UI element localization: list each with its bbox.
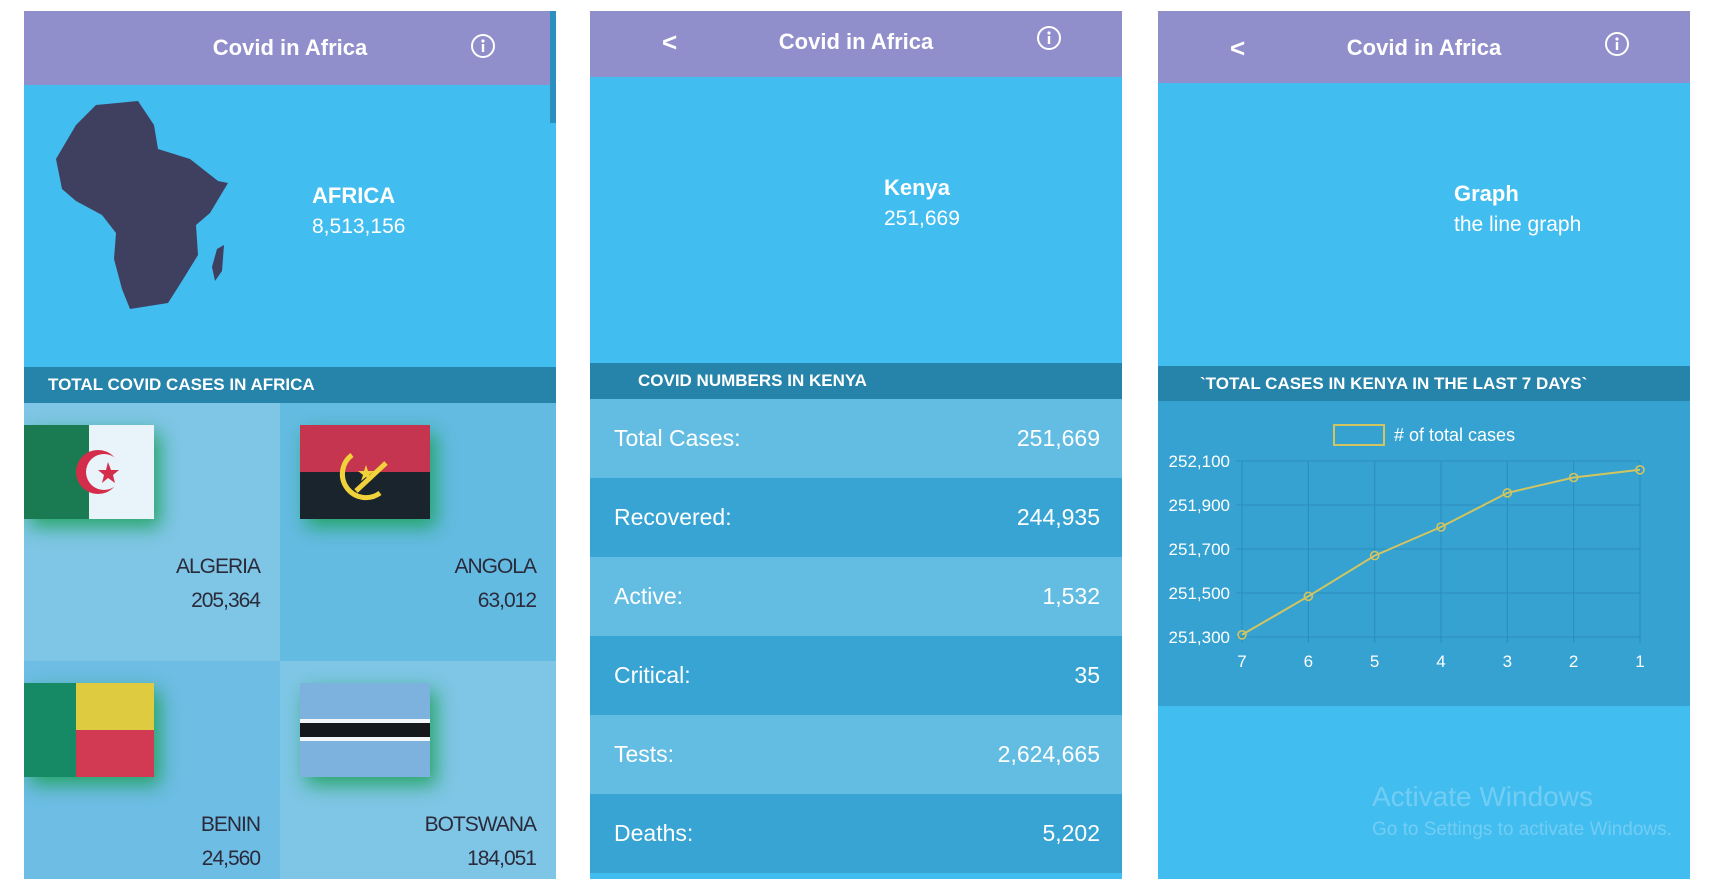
legend-swatch	[1333, 424, 1385, 446]
line-chart: 252,100 251,900 251,700 251,500 251,300 7 6 5 4 3…	[1169, 424, 1645, 671]
scrollbar[interactable]	[550, 11, 556, 123]
algeria-flag-icon	[24, 425, 154, 519]
x-tick-label: 6	[1304, 652, 1313, 671]
stat-label: Active:	[614, 583, 684, 609]
country-count: 184,051	[467, 847, 537, 870]
country-count: 205,364	[191, 589, 261, 612]
x-tick-label: 7	[1237, 652, 1246, 671]
hero-summary: AFRICA 8,513,156	[312, 183, 405, 239]
country-grid: ALGERIA 205,364 ANGOLA 63,012 BENIN 24,5…	[24, 403, 556, 879]
stat-value: 251,669	[1016, 425, 1100, 451]
hero-title: Graph	[1454, 181, 1519, 206]
watermark-subtitle: Go to Settings to activate Windows.	[1372, 819, 1672, 840]
benin-flag-icon	[24, 683, 154, 777]
info-icon[interactable]	[470, 33, 496, 59]
chart-area: 252,100 251,900 251,700 251,500 251,300 7 6 5 4 3…	[1158, 401, 1690, 706]
angola-flag-icon	[300, 425, 430, 519]
country-count: 63,012	[477, 589, 537, 612]
graph-screen: < Covid in Africa Graph the line graph `…	[1158, 11, 1690, 879]
stat-row-tests: Tests: 2,624,665	[590, 715, 1122, 794]
x-tick-label: 2	[1569, 652, 1578, 671]
country-card-angola[interactable]: ANGOLA 63,012	[280, 403, 556, 661]
hero-title: AFRICA	[312, 183, 396, 208]
hero-title: Kenya	[884, 175, 951, 200]
section-header: TOTAL COVID CASES IN AFRICA	[24, 367, 556, 403]
app-bar: < Covid in Africa	[590, 11, 1122, 77]
y-tick-label: 251,500	[1169, 584, 1230, 603]
botswana-flag-icon	[300, 683, 430, 777]
stat-label: Total Cases:	[614, 425, 741, 451]
watermark-title: Activate Windows	[1372, 781, 1593, 812]
y-tick-label: 251,700	[1169, 540, 1230, 559]
stat-row-deaths: Deaths: 5,202	[590, 794, 1122, 873]
stat-row-critical: Critical: 35	[590, 636, 1122, 715]
country-name: BOTSWANA	[424, 813, 537, 836]
stat-row-active: Active: 1,532	[590, 557, 1122, 636]
legend-label: # of total cases	[1394, 425, 1515, 445]
stat-value: 244,935	[1016, 504, 1100, 530]
country-screen: < Covid in Africa Kenya 251,669 COVID NU…	[590, 11, 1122, 879]
x-tick-label: 1	[1635, 652, 1644, 671]
country-count: 24,560	[201, 847, 261, 870]
africa-map-icon	[56, 101, 228, 309]
stat-value: 2,624,665	[997, 741, 1100, 767]
country-name: BENIN	[200, 813, 261, 836]
stat-label: Tests:	[614, 741, 675, 767]
app-bar: Covid in Africa	[24, 11, 556, 85]
country-card-benin[interactable]: BENIN 24,560	[24, 661, 280, 879]
stat-label: Critical:	[614, 662, 691, 688]
hero-summary: Graph the line graph	[1454, 181, 1581, 237]
x-tick-label: 5	[1370, 652, 1379, 671]
stat-value: 1,532	[1042, 583, 1100, 609]
section-header: COVID NUMBERS IN KENYA	[590, 363, 1122, 399]
hero-subtitle: the line graph	[1454, 213, 1582, 236]
hero-count: 8,513,156	[312, 215, 406, 238]
stat-value: 35	[1074, 662, 1100, 688]
country-card-algeria[interactable]: ALGERIA 205,364	[24, 403, 280, 661]
stat-label: Deaths:	[614, 820, 694, 846]
country-name: ALGERIA	[175, 555, 261, 578]
y-tick-label: 252,100	[1169, 452, 1230, 471]
country-card-botswana[interactable]: BOTSWANA 184,051	[280, 661, 556, 879]
section-header: `TOTAL CASES IN KENYA IN THE LAST 7 DAYS…	[1158, 366, 1690, 402]
info-icon[interactable]	[1604, 31, 1630, 57]
stat-row-recovered: Recovered: 244,935	[590, 478, 1122, 557]
info-icon[interactable]	[1036, 25, 1062, 51]
hero-summary: Kenya 251,669	[884, 175, 960, 231]
app-bar: < Covid in Africa	[1158, 11, 1690, 83]
hero-count: 251,669	[884, 207, 960, 230]
x-tick-label: 3	[1503, 652, 1512, 671]
stat-row-total-cases: Total Cases: 251,669	[590, 399, 1122, 478]
y-tick-label: 251,900	[1169, 496, 1230, 515]
country-name: ANGOLA	[454, 555, 537, 578]
stat-value: 5,202	[1042, 820, 1100, 846]
stat-label: Recovered:	[614, 504, 732, 530]
home-screen: Covid in Africa AFRICA 8,513,156 TOTAL C…	[24, 11, 556, 879]
y-tick-label: 251,300	[1169, 628, 1230, 647]
x-tick-label: 4	[1436, 652, 1445, 671]
